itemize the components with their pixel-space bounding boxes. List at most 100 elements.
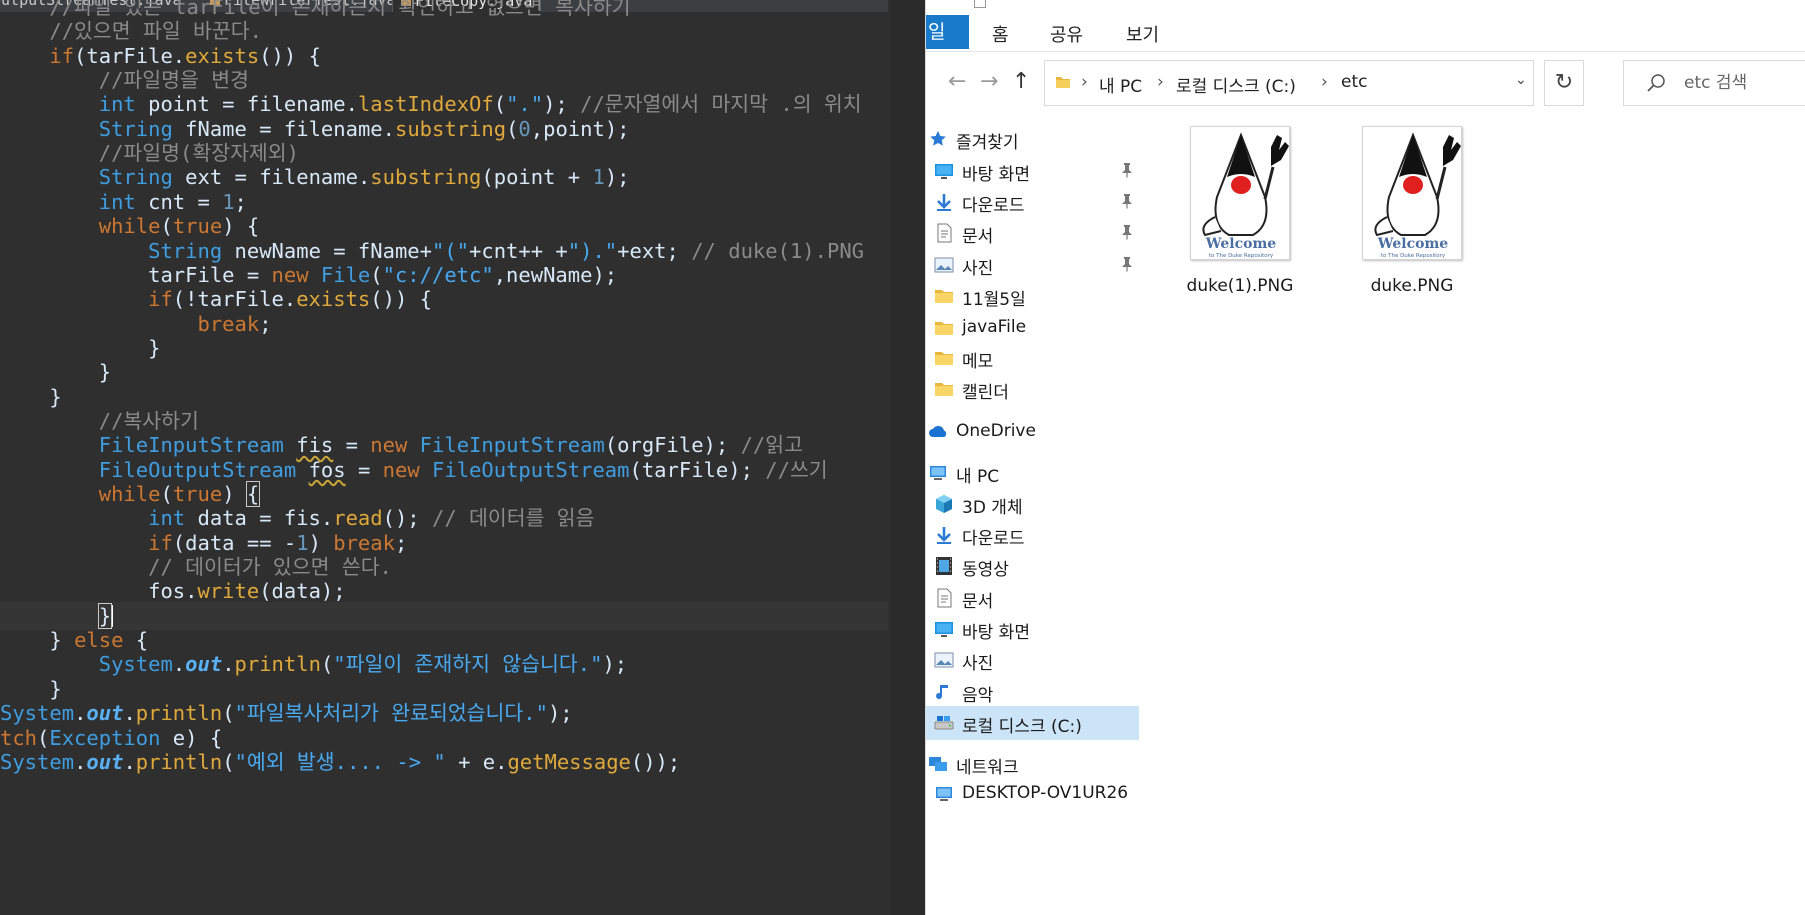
pin-icon[interactable]	[1121, 224, 1133, 240]
computer-icon	[936, 787, 952, 801]
star-icon	[930, 131, 946, 146]
ribbon-tab-home[interactable]: 홈	[992, 21, 1009, 47]
desktop-icon	[935, 164, 953, 179]
nav-item-label: OneDrive	[956, 421, 1036, 441]
cube-icon	[936, 495, 952, 513]
code-line[interactable]: System.out.println("예외 발생.... -> " + e.g…	[0, 748, 888, 776]
search-icon	[1647, 74, 1665, 92]
nav-item-동영상[interactable]: 동영상	[926, 549, 1139, 583]
svg-text:Welcome: Welcome	[1377, 236, 1448, 252]
breadcrumb-separator-icon[interactable]: ›	[1321, 72, 1328, 92]
nav-item-label: 음악	[962, 686, 994, 706]
folder-icon	[935, 322, 953, 335]
nav-item-사진[interactable]: 사진	[926, 643, 1139, 677]
video-icon	[936, 557, 952, 575]
document-icon	[937, 223, 952, 243]
navigation-pane: 즐겨찾기 바탕 화면 다운로드 문서 사진 11월5일 javaFile 메모 캘린더 OneDr…	[926, 112, 1141, 915]
editor-vertical-scrollbar[interactable]: ▲ ▼	[888, 0, 890, 915]
search-input[interactable]	[1684, 69, 1805, 97]
ribbon-tab-file[interactable]: 일	[926, 15, 969, 49]
breadcrumb-my-pc[interactable]: 내 PC	[1099, 72, 1142, 97]
nav-item-label: 캘린더	[962, 383, 1009, 403]
svg-text:Welcome: Welcome	[1205, 236, 1276, 252]
nav-item-3d-개체[interactable]: 3D 개체	[926, 487, 1139, 521]
file-item[interactable]: Welcome to The Duke Repository duke.PNG	[1337, 126, 1487, 296]
file-item[interactable]: Welcome to The Duke Repository duke(1).PNG	[1165, 126, 1315, 296]
nav-item-label: 문서	[962, 592, 994, 612]
nav-item-다운로드[interactable]: 다운로드	[926, 185, 1139, 219]
nav-item-내-pc[interactable]: 내 PC	[926, 456, 1139, 490]
document-icon	[937, 588, 952, 608]
nav-item-문서[interactable]: 문서	[926, 216, 1139, 250]
nav-item-label: 문서	[962, 227, 994, 247]
breadcrumb-local-disk[interactable]: 로컬 디스크 (C:)	[1176, 72, 1296, 97]
nav-item-label: 로컬 디스크 (C:)	[962, 717, 1082, 737]
nav-item-네트워크[interactable]: 네트워크	[926, 747, 1139, 781]
refresh-button[interactable]: ↻	[1544, 60, 1584, 106]
drive-icon	[934, 716, 954, 730]
ribbon-tab-share[interactable]: 공유	[1050, 21, 1083, 47]
nav-item-label: 3D 개체	[962, 498, 1023, 518]
download-icon	[937, 527, 951, 544]
chevron-down-icon[interactable]: ⌄	[1515, 72, 1527, 88]
breadcrumb-separator-icon[interactable]: ›	[1157, 72, 1164, 92]
quick-access-icon[interactable]	[974, 0, 986, 8]
search-box[interactable]	[1623, 60, 1805, 106]
breadcrumb-etc[interactable]: etc	[1341, 72, 1367, 92]
code-editor[interactable]: OutputStreamTest.java FileWriterTest.jav…	[0, 0, 890, 915]
nav-item-desktop-ov1ur26[interactable]: DESKTOP-OV1UR26	[926, 777, 1139, 811]
nav-item-즐겨찾기[interactable]: 즐겨찾기	[926, 122, 1139, 156]
download-icon	[937, 194, 951, 211]
file-name[interactable]: duke.PNG	[1337, 276, 1487, 296]
svg-text:to The Duke Repository: to The Duke Repository	[1381, 253, 1446, 259]
music-icon	[936, 685, 948, 700]
breadcrumb-separator-icon[interactable]: ›	[1081, 72, 1088, 92]
duke-thumbnail-icon: Welcome to The Duke Repository	[1362, 126, 1462, 260]
address-toolbar: ← → ↑ › 내 PC › 로컬 디스크 (C:) › etc ⌄ ↻	[926, 52, 1805, 112]
nav-item-바탕-화면[interactable]: 바탕 화면	[926, 612, 1139, 646]
nav-item-label: 메모	[962, 352, 994, 372]
ribbon-tab-view[interactable]: 보기	[1126, 21, 1159, 47]
desktop-icon	[935, 622, 953, 637]
duke-thumbnail-icon: Welcome to The Duke Repository	[1190, 126, 1290, 260]
forward-arrow-icon[interactable]: →	[980, 68, 998, 96]
nav-item-onedrive[interactable]: OneDrive	[926, 415, 1139, 449]
pin-icon[interactable]	[1121, 256, 1133, 272]
nav-item-문서[interactable]: 문서	[926, 581, 1139, 615]
nav-item-label: 바탕 화면	[962, 165, 1030, 185]
nav-item-바탕-화면[interactable]: 바탕 화면	[926, 154, 1139, 188]
back-arrow-icon[interactable]: ←	[948, 68, 966, 96]
nav-item-사진[interactable]: 사진	[926, 248, 1139, 282]
folder-icon	[935, 290, 953, 303]
up-arrow-icon[interactable]: ↑	[1012, 68, 1030, 96]
nav-item-label: 다운로드	[962, 529, 1025, 549]
pictures-icon	[934, 652, 954, 668]
nav-item-label: 즐겨찾기	[956, 133, 1019, 153]
file-name[interactable]: duke(1).PNG	[1165, 276, 1315, 296]
nav-item-다운로드[interactable]: 다운로드	[926, 518, 1139, 552]
file-explorer-window: 일 홈 공유 보기 ← → ↑ › 내 PC › 로컬 디스크 (C:) › e…	[925, 0, 1805, 915]
nav-item-label: javaFile	[962, 317, 1027, 337]
nav-item-메모[interactable]: 메모	[926, 341, 1139, 375]
nav-item-label: 내 PC	[956, 467, 1000, 487]
pictures-icon	[934, 257, 954, 273]
nav-item-음악[interactable]: 음악	[926, 675, 1139, 709]
folder-icon	[935, 352, 953, 365]
network-icon	[929, 757, 947, 771]
pin-icon[interactable]	[1121, 162, 1133, 178]
nav-item-label: 다운로드	[962, 196, 1025, 216]
nav-item-캘린더[interactable]: 캘린더	[926, 372, 1139, 406]
file-list: Welcome to The Duke Repository duke(1).PNG…	[1141, 112, 1805, 915]
ribbon-tabs: 일 홈 공유 보기	[926, 12, 1805, 52]
nav-item-11월5일[interactable]: 11월5일	[926, 279, 1139, 313]
title-bar	[926, 0, 1805, 12]
folder-icon	[935, 383, 953, 396]
pin-icon[interactable]	[1121, 193, 1133, 209]
computer-icon	[930, 466, 946, 480]
svg-text:to The Duke Repository: to The Duke Repository	[1209, 253, 1274, 259]
nav-item-javafile[interactable]: javaFile	[926, 311, 1139, 345]
cloud-icon	[929, 426, 947, 437]
nav-item-로컬-디스크-(c:)[interactable]: 로컬 디스크 (C:)	[926, 706, 1139, 740]
nav-item-label: 사진	[962, 259, 994, 279]
address-bar[interactable]: › 내 PC › 로컬 디스크 (C:) › etc ⌄	[1044, 60, 1534, 106]
